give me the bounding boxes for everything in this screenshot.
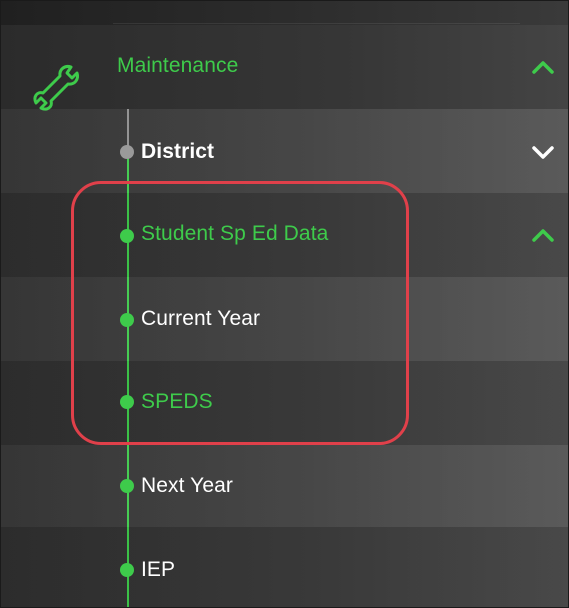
- wrench-icon: [33, 65, 79, 111]
- menu-section-maintenance[interactable]: Maintenance: [1, 25, 568, 111]
- menu-item-iep[interactable]: IEP: [1, 527, 568, 607]
- chevron-up-icon[interactable]: [532, 60, 554, 74]
- chevron-up-icon[interactable]: [532, 228, 554, 242]
- timeline-dot: [120, 479, 134, 493]
- highlight-annotation: [71, 181, 409, 445]
- menu-item-next-year[interactable]: Next Year: [1, 445, 568, 527]
- top-divider: [1, 1, 568, 25]
- timeline-dot: [120, 563, 134, 577]
- menu-section-label: Maintenance: [117, 54, 239, 77]
- menu-item-label: Next Year: [141, 474, 233, 497]
- menu-item-label: District: [141, 140, 215, 163]
- menu-item-label: IEP: [141, 558, 176, 581]
- chevron-down-icon[interactable]: [532, 145, 554, 159]
- navigation-menu-panel: Maintenance District Student Sp Ed Data …: [0, 0, 569, 608]
- timeline-dot: [120, 145, 134, 159]
